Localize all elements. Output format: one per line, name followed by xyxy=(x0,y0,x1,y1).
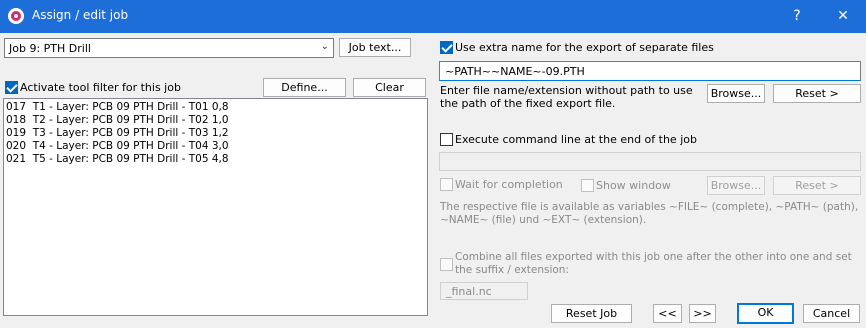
chevron-down-icon: ⌄ xyxy=(320,41,329,52)
browse-button[interactable]: Browse... xyxy=(707,84,765,103)
suffix-input[interactable]: _final.nc xyxy=(440,282,528,300)
help-button[interactable]: ? xyxy=(774,0,820,33)
clear-button[interactable]: Clear xyxy=(353,78,426,97)
prev-job-button[interactable]: << xyxy=(653,304,682,323)
job-select[interactable]: Job 9: PTH Drill ⌄ xyxy=(4,38,334,58)
list-item[interactable]: 018 T2 - Layer: PCB 09 PTH Drill - T02 1… xyxy=(6,114,229,127)
extra-name-hint-line2: the path of the fixed export file. xyxy=(440,97,616,110)
define-button[interactable]: Define... xyxy=(263,78,346,97)
show-window-checkbox[interactable] xyxy=(581,179,594,192)
command-line-label: Execute command line at the end of the j… xyxy=(455,133,697,146)
next-job-button[interactable]: >> xyxy=(689,304,716,323)
wait-checkbox[interactable] xyxy=(440,178,453,191)
list-item[interactable]: 021 T5 - Layer: PCB 09 PTH Drill - T05 4… xyxy=(6,153,229,166)
command-line-checkbox[interactable] xyxy=(440,133,453,146)
extra-name-checkbox[interactable] xyxy=(440,41,453,54)
job-select-value: Job 9: PTH Drill xyxy=(9,42,91,55)
extra-name-label: Use extra name for the export of separat… xyxy=(455,41,714,54)
browse-command-button[interactable]: Browse... xyxy=(707,176,765,195)
reset-button[interactable]: Reset > xyxy=(773,84,861,103)
wait-label: Wait for completion xyxy=(455,178,563,191)
combine-checkbox[interactable] xyxy=(440,258,453,271)
combine-label-line2: the suffix / extension: xyxy=(455,264,569,276)
tool-listbox[interactable]: 017 T1 - Layer: PCB 09 PTH Drill - T01 0… xyxy=(3,98,428,316)
variables-note-line1: The respective file is available as vari… xyxy=(440,201,859,213)
app-icon xyxy=(8,8,24,24)
tool-filter-checkbox[interactable] xyxy=(5,81,18,94)
show-window-label: Show window xyxy=(596,179,671,192)
list-item[interactable]: 019 T3 - Layer: PCB 09 PTH Drill - T03 1… xyxy=(6,127,229,140)
ok-button[interactable]: OK xyxy=(737,303,794,324)
extra-name-hint-line1: Enter file name/extension without path t… xyxy=(440,84,693,97)
list-item[interactable]: 020 T4 - Layer: PCB 09 PTH Drill - T04 3… xyxy=(6,140,229,153)
extra-name-input[interactable]: ~PATH~~NAME~-09.PTH xyxy=(439,61,861,81)
cancel-button[interactable]: Cancel xyxy=(803,304,860,323)
command-line-input[interactable] xyxy=(439,152,861,171)
reset-command-button[interactable]: Reset > xyxy=(773,176,861,195)
title-bar xyxy=(0,0,866,33)
combine-label-line1: Combine all files exported with this job… xyxy=(455,251,852,263)
tool-filter-label: Activate tool filter for this job xyxy=(20,81,181,94)
close-button[interactable]: ✕ xyxy=(820,0,866,33)
window-title: Assign / edit job xyxy=(32,8,129,22)
reset-job-button[interactable]: Reset Job xyxy=(551,304,632,323)
list-item[interactable]: 017 T1 - Layer: PCB 09 PTH Drill - T01 0… xyxy=(6,101,229,114)
variables-note-line2: ~NAME~ (file) und ~EXT~ (extension). xyxy=(440,214,647,226)
job-text-button[interactable]: Job text... xyxy=(339,38,411,57)
